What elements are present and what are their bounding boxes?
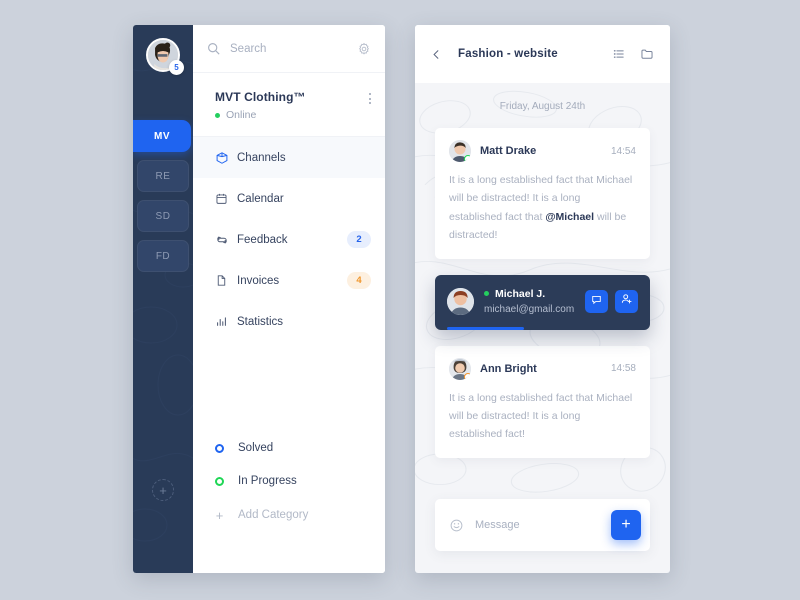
plus-icon: + — [215, 507, 224, 523]
composer-area: Message + — [415, 499, 670, 573]
avatar-illustration — [447, 287, 474, 315]
nav-item-channels[interactable]: Channels — [193, 137, 385, 178]
organization-status-label: Online — [226, 109, 257, 121]
folder-icon[interactable] — [640, 47, 654, 61]
workspace-item-fd[interactable]: FD — [137, 240, 189, 272]
organization-status: Online — [215, 109, 369, 121]
nav-badge-feedback: 2 — [347, 231, 371, 248]
category-label: In Progress — [238, 475, 297, 487]
sidebar-list: Search MVT Clothing™ Online Channels Cal… — [193, 25, 385, 573]
contact-popover[interactable]: Michael J. michael@gmail.com — [435, 274, 650, 330]
progress-bar — [447, 326, 525, 330]
page-title: Fashion - website — [458, 48, 558, 60]
message-header: Ann Bright 14:58 — [449, 357, 636, 380]
smiley-icon[interactable] — [449, 518, 464, 533]
date-separator: Friday, August 24th — [499, 101, 586, 112]
nav-item-statistics[interactable]: Statistics — [193, 301, 385, 342]
add-category-button[interactable]: + Add Category — [193, 500, 385, 530]
nav-item-invoices[interactable]: Invoices 4 — [193, 260, 385, 301]
presence-indicator — [464, 372, 471, 380]
organization-name: MVT Clothing™ — [215, 90, 306, 104]
avatar — [449, 357, 471, 380]
add-contact-button[interactable] — [615, 289, 638, 313]
workspace-item-label: FD — [155, 250, 171, 262]
search-bar[interactable]: Search — [193, 25, 385, 73]
message-text: It is a long established fact that Micha… — [449, 391, 633, 441]
refresh-icon — [215, 233, 237, 247]
organization-info: MVT Clothing™ Online — [215, 90, 369, 121]
workspace-item-sd[interactable]: SD — [137, 200, 189, 232]
contact-email: michael@gmail.com — [484, 303, 575, 315]
list-icon[interactable] — [612, 47, 626, 61]
nav-item-calendar[interactable]: Calendar — [193, 178, 385, 219]
workspace-rail: 5 MV RE SD FD + — [133, 25, 193, 573]
message-contact-button[interactable] — [585, 289, 608, 313]
category-item-solved[interactable]: Solved — [193, 433, 385, 463]
category-list: Solved In Progress + Add Category — [193, 433, 385, 530]
organization-row[interactable]: MVT Clothing™ Online — [193, 73, 385, 137]
chat-window: Fashion - website Friday, August 24th Ma… — [415, 25, 670, 573]
add-workspace-button[interactable]: + — [152, 479, 174, 501]
add-category-label: Add Category — [238, 509, 309, 521]
chat-header: Fashion - website — [415, 25, 670, 83]
gear-icon[interactable] — [357, 42, 371, 56]
avatar-badge: 5 — [169, 60, 184, 75]
message-time: 14:54 — [610, 145, 636, 157]
avatar — [447, 287, 474, 315]
avatar[interactable]: 5 — [146, 38, 184, 75]
screen: 5 MV RE SD FD + Search MVT Clothing™ Onl… — [0, 0, 800, 600]
circle-icon — [215, 476, 224, 486]
bar-chart-icon — [215, 315, 237, 328]
workspace-item-mv[interactable]: MV — [133, 120, 191, 152]
workspace-item-label: RE — [155, 170, 171, 182]
document-icon — [215, 274, 237, 287]
plus-icon: + — [159, 482, 167, 498]
mention-token[interactable]: @Michael — [545, 211, 594, 223]
message-author: Ann Bright — [480, 362, 537, 375]
add-person-icon — [621, 292, 633, 310]
nav-list: Channels Calendar Feedback 2 Invoices 4 … — [193, 137, 385, 342]
search-icon — [207, 42, 220, 55]
search-input[interactable]: Search — [230, 43, 357, 55]
message-header: Matt Drake 14:54 — [449, 140, 636, 162]
nav-item-label: Channels — [237, 151, 286, 164]
sidebar-window: 5 MV RE SD FD + Search MVT Clothing™ Onl… — [133, 25, 385, 573]
nav-item-label: Feedback — [237, 233, 288, 246]
status-dot-icon — [215, 112, 220, 118]
message-list: Friday, August 24th Matt Drake 14:54 It … — [415, 83, 670, 458]
contact-info: Michael J. michael@gmail.com — [484, 288, 578, 315]
cube-icon — [215, 151, 237, 165]
chat-body: Friday, August 24th Matt Drake 14:54 It … — [415, 83, 670, 499]
chat-bubble-icon — [591, 292, 602, 310]
avatar — [449, 140, 471, 162]
calendar-icon — [215, 192, 237, 205]
send-button[interactable]: + — [611, 510, 641, 540]
nav-item-feedback[interactable]: Feedback 2 — [193, 219, 385, 260]
chevron-left-icon[interactable] — [431, 49, 442, 60]
kebab-menu-icon[interactable] — [369, 90, 371, 104]
message-input[interactable]: Message — [475, 519, 611, 531]
workspace-item-re[interactable]: RE — [137, 160, 189, 192]
nav-badge-invoices: 4 — [347, 272, 371, 289]
category-item-in-progress[interactable]: In Progress — [193, 466, 385, 496]
contact-name-row: Michael J. — [484, 288, 578, 300]
message-composer[interactable]: Message + — [435, 499, 650, 551]
workspace-item-label: SD — [155, 210, 171, 222]
message-author: Matt Drake — [480, 145, 537, 157]
nav-item-label: Invoices — [237, 274, 280, 287]
message-card: Matt Drake 14:54 It is a long establishe… — [435, 128, 650, 259]
message-text: It is a long established fact that Micha… — [449, 171, 636, 245]
contact-name: Michael J. — [495, 287, 546, 300]
nav-item-label: Calendar — [237, 192, 284, 205]
presence-indicator — [464, 155, 471, 162]
plus-icon: + — [621, 516, 631, 533]
workspace-item-label: MV — [154, 130, 170, 142]
nav-item-label: Statistics — [237, 315, 284, 328]
message-card: Ann Bright 14:58 It is a long establishe… — [435, 345, 650, 458]
category-label: Solved — [238, 442, 274, 454]
circle-icon — [215, 443, 224, 453]
message-time: 14:58 — [610, 363, 636, 374]
status-dot-icon — [484, 291, 489, 296]
